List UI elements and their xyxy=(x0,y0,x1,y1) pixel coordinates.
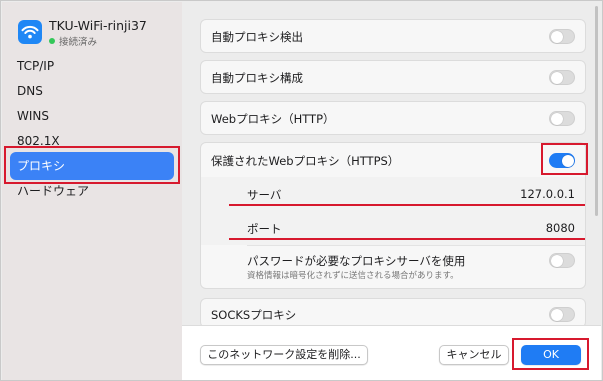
network-header: TKU-WiFi-rinji37 接続済み xyxy=(16,16,181,48)
http-proxy-label: Webプロキシ（HTTP） xyxy=(211,112,335,126)
https-proxy-card: 保護されたWebプロキシ（HTTPS） サーバ 127.0.0.1 ポート 80… xyxy=(200,142,586,289)
divider xyxy=(247,245,585,246)
http-proxy-row: Webプロキシ（HTTP） xyxy=(200,101,586,135)
sidebar-item-wins[interactable]: WINS xyxy=(10,102,174,130)
wifi-icon xyxy=(18,20,42,44)
network-settings-window: TKU-WiFi-rinji37 接続済み TCP/IP DNS WINS 80… xyxy=(0,0,603,381)
sidebar-item-dns[interactable]: DNS xyxy=(10,77,174,105)
auto-proxy-config-label: 自動プロキシ構成 xyxy=(211,71,303,85)
port-underline xyxy=(229,238,585,240)
auto-proxy-detect-toggle[interactable] xyxy=(549,29,575,44)
auto-proxy-config-row: 自動プロキシ構成 xyxy=(200,60,586,94)
socks-proxy-toggle[interactable] xyxy=(549,307,575,322)
port-input[interactable]: 8080 xyxy=(546,221,575,235)
server-label: サーバ xyxy=(247,188,282,202)
https-proxy-toggle[interactable] xyxy=(549,153,575,168)
socks-proxy-label: SOCKSプロキシ xyxy=(211,308,297,322)
socks-proxy-row: SOCKSプロキシ xyxy=(200,298,586,328)
ok-button[interactable]: OK xyxy=(521,345,581,365)
sidebar-item-hardware[interactable]: ハードウェア xyxy=(10,177,174,205)
network-status-text: 接続済み xyxy=(59,37,98,48)
sidebar-item-8021x[interactable]: 802.1X xyxy=(10,127,174,155)
server-input[interactable]: 127.0.0.1 xyxy=(520,187,575,201)
http-proxy-toggle[interactable] xyxy=(549,111,575,126)
scrollbar[interactable] xyxy=(595,6,598,216)
network-name: TKU-WiFi-rinji37 xyxy=(49,18,147,33)
auto-proxy-detect-label: 自動プロキシ検出 xyxy=(211,30,303,44)
server-underline xyxy=(229,204,585,206)
proxy-settings-panel: 自動プロキシ検出 自動プロキシ構成 Webプロキシ（HTTP） 保護されたWeb… xyxy=(182,2,601,380)
connected-status-dot xyxy=(49,38,55,44)
delete-network-settings-button[interactable]: このネットワーク設定を削除... xyxy=(200,345,368,365)
sidebar: TKU-WiFi-rinji37 接続済み TCP/IP DNS WINS 80… xyxy=(2,2,182,380)
auto-proxy-config-toggle[interactable] xyxy=(549,70,575,85)
sidebar-item-tcpip[interactable]: TCP/IP xyxy=(10,52,174,80)
sidebar-item-proxy[interactable]: プロキシ xyxy=(10,152,174,180)
auto-proxy-detect-row: 自動プロキシ検出 xyxy=(200,19,586,53)
cancel-button[interactable]: キャンセル xyxy=(439,345,509,365)
port-label: ポート xyxy=(247,222,282,236)
footer-bar: このネットワーク設定を削除... キャンセル OK xyxy=(182,325,601,380)
auth-required-toggle[interactable] xyxy=(549,253,575,268)
auth-required-label: パスワードが必要なプロキシサーバを使用 xyxy=(247,254,466,268)
network-status: 接続済み xyxy=(49,34,97,48)
auth-warning-note: 資格情報は暗号化されずに送信される場合があります。 xyxy=(247,271,459,281)
https-proxy-label: 保護されたWebプロキシ（HTTPS） xyxy=(211,154,400,168)
